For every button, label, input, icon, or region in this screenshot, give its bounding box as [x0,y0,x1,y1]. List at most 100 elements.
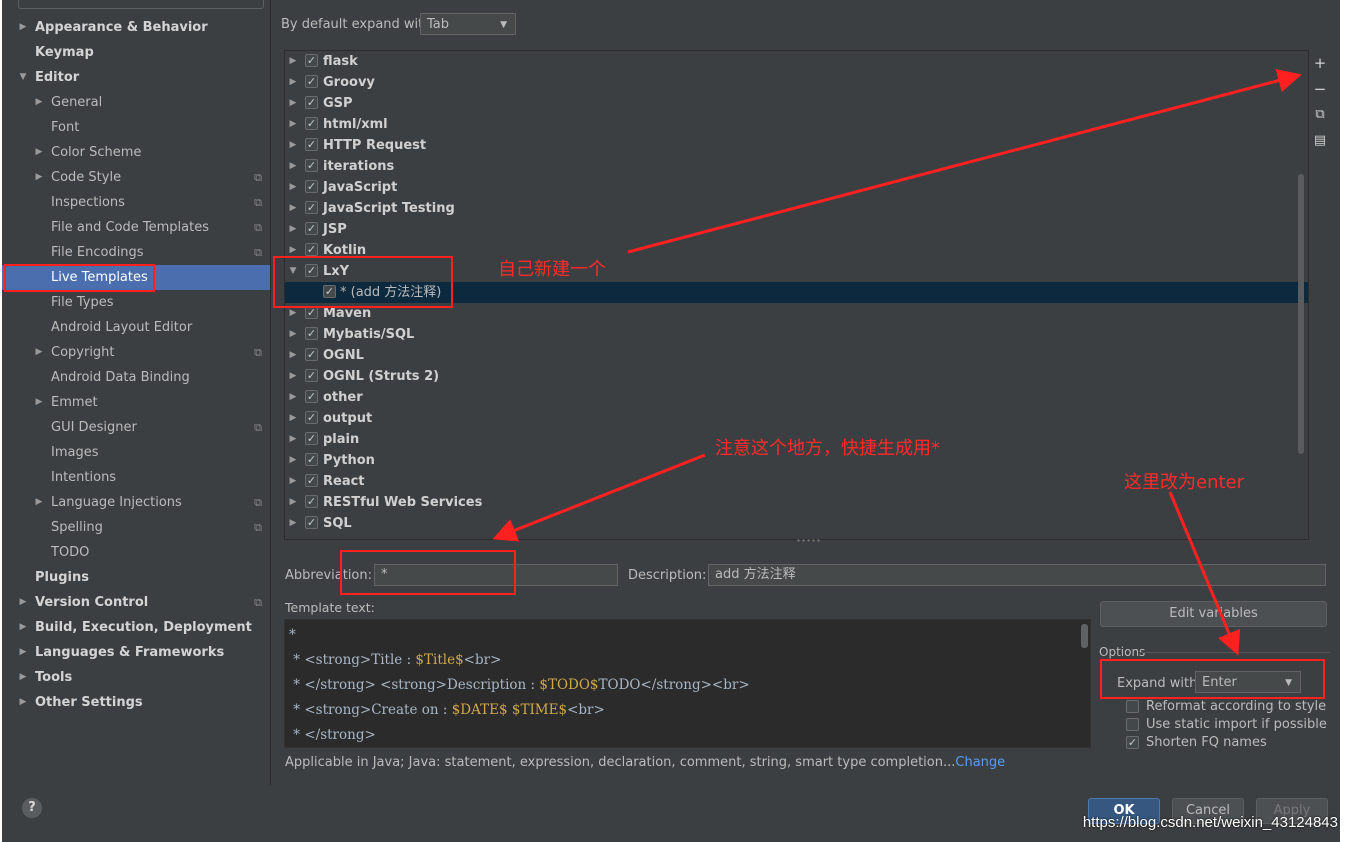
chevron-right-icon[interactable]: ▶ [34,140,44,165]
tree-scrollbar[interactable] [1298,174,1304,454]
chevron-right-icon[interactable]: ▶ [288,471,298,492]
sidebar-item[interactable]: Inspections ⧉ [2,190,270,215]
change-link[interactable]: Change [955,755,1005,770]
enabled-checkbox[interactable]: ✓ [305,453,318,466]
enabled-checkbox[interactable]: ✓ [305,348,318,361]
description-input[interactable]: add 方法注释 [708,564,1326,586]
chevron-right-icon[interactable]: ▶ [288,51,298,72]
chevron-right-icon[interactable]: ▶ [18,640,28,665]
static-import-checkbox[interactable] [1126,718,1139,731]
template-group-row[interactable]: ▶ ✓ GSP [285,93,1308,114]
enabled-checkbox[interactable]: ✓ [305,222,318,235]
sidebar-item[interactable]: ▶ Build, Execution, Deployment [2,615,270,640]
enabled-checkbox[interactable]: ✓ [305,96,318,109]
sidebar-item[interactable]: ▶ Copyright ⧉ [2,340,270,365]
default-expand-select[interactable]: Tab ▼ [420,13,516,35]
sidebar-item[interactable]: ▶ General [2,90,270,115]
enabled-checkbox[interactable]: ✓ [305,54,318,67]
enabled-checkbox[interactable]: ✓ [305,432,318,445]
chevron-right-icon[interactable]: ▶ [288,492,298,513]
enabled-checkbox[interactable]: ✓ [305,243,318,256]
sidebar-item[interactable]: Images [2,440,270,465]
chevron-right-icon[interactable]: ▶ [288,114,298,135]
chevron-right-icon[interactable]: ▶ [288,177,298,198]
sidebar-item[interactable]: Android Data Binding [2,365,270,390]
template-group-row[interactable]: ▶ ✓ OGNL (Struts 2) [285,366,1308,387]
template-group-icon[interactable]: ▤ [1307,130,1333,152]
chevron-right-icon[interactable]: ▶ [34,340,44,365]
remove-icon[interactable]: − [1307,78,1333,100]
sidebar-item[interactable]: ▶ Other Settings [2,690,270,715]
enabled-checkbox[interactable]: ✓ [305,369,318,382]
sidebar-item[interactable]: ▶ Language Injections ⧉ [2,490,270,515]
sidebar-item[interactable]: ▶ Code Style ⧉ [2,165,270,190]
enabled-checkbox[interactable]: ✓ [305,411,318,424]
chevron-right-icon[interactable]: ▶ [18,690,28,715]
shorten-fq-checkbox[interactable]: ✓ [1126,736,1139,749]
enabled-checkbox[interactable]: ✓ [305,390,318,403]
template-group-row[interactable]: ▶ ✓ JSP [285,219,1308,240]
chevron-right-icon[interactable]: ▶ [18,15,28,40]
sidebar-item[interactable]: ▶ Tools [2,665,270,690]
chevron-right-icon[interactable]: ▶ [288,450,298,471]
chevron-right-icon[interactable]: ▶ [288,93,298,114]
chevron-right-icon[interactable]: ▶ [288,324,298,345]
template-group-row[interactable]: ▶ ✓ flask [285,51,1308,72]
sidebar-item[interactable]: ▶ Appearance & Behavior [2,15,270,40]
enabled-checkbox[interactable]: ✓ [305,474,318,487]
splitter-handle[interactable]: ∙∙∙∙∙ [796,537,821,545]
sidebar-item[interactable]: ▶ Languages & Frameworks [2,640,270,665]
sidebar-item[interactable]: Plugins [2,565,270,590]
sidebar-item[interactable]: GUI Designer ⧉ [2,415,270,440]
help-icon[interactable]: ? [22,798,42,818]
enabled-checkbox[interactable]: ✓ [305,117,318,130]
editor-scrollbar[interactable] [1081,624,1088,648]
enabled-checkbox[interactable]: ✓ [305,138,318,151]
sidebar-item[interactable]: ▼ Editor [2,65,270,90]
sidebar-item[interactable]: Font [2,115,270,140]
template-group-row[interactable]: ▶ ✓ JavaScript [285,177,1308,198]
chevron-right-icon[interactable]: ▶ [288,429,298,450]
chevron-right-icon[interactable]: ▶ [34,490,44,515]
template-group-row[interactable]: ▶ ✓ JavaScript Testing [285,198,1308,219]
template-group-row[interactable]: ▶ ✓ HTTP Request [285,135,1308,156]
chevron-right-icon[interactable]: ▶ [34,90,44,115]
chevron-right-icon[interactable]: ▶ [34,390,44,415]
chevron-right-icon[interactable]: ▶ [18,665,28,690]
enabled-checkbox[interactable]: ✓ [305,516,318,529]
enabled-checkbox[interactable]: ✓ [305,180,318,193]
chevron-right-icon[interactable]: ▶ [288,135,298,156]
template-group-row[interactable]: ▶ ✓ Mybatis/SQL [285,324,1308,345]
sidebar-item[interactable]: Android Layout Editor [2,315,270,340]
enabled-checkbox[interactable]: ✓ [305,159,318,172]
chevron-right-icon[interactable]: ▶ [288,408,298,429]
template-group-row[interactable]: ▶ ✓ SQL [285,513,1308,534]
sidebar-search-field[interactable] [18,0,264,9]
sidebar-item[interactable]: Spelling ⧉ [2,515,270,540]
template-group-row[interactable]: ▶ ✓ html/xml [285,114,1308,135]
template-text-editor[interactable]: * * <strong>Title : $Title$<br> * </stro… [284,619,1091,748]
template-group-row[interactable]: ▶ ✓ other [285,387,1308,408]
chevron-right-icon[interactable]: ▶ [288,219,298,240]
chevron-down-icon[interactable]: ▼ [18,65,28,90]
chevron-right-icon[interactable]: ▶ [34,165,44,190]
enabled-checkbox[interactable]: ✓ [305,327,318,340]
copy-icon[interactable]: ⧉ [1307,104,1333,126]
sidebar-item[interactable]: File Encodings ⧉ [2,240,270,265]
chevron-right-icon[interactable]: ▶ [288,198,298,219]
chevron-right-icon[interactable]: ▶ [18,590,28,615]
template-group-row[interactable]: ▶ ✓ iterations [285,156,1308,177]
chevron-right-icon[interactable]: ▶ [18,615,28,640]
sidebar-item[interactable]: File Types [2,290,270,315]
template-group-row[interactable]: ▶ ✓ OGNL [285,345,1308,366]
enabled-checkbox[interactable]: ✓ [305,495,318,508]
template-group-row[interactable]: ▶ ✓ Groovy [285,72,1308,93]
chevron-right-icon[interactable]: ▶ [288,345,298,366]
chevron-right-icon[interactable]: ▶ [288,72,298,93]
add-icon[interactable]: + [1307,52,1333,74]
chevron-right-icon[interactable]: ▶ [288,156,298,177]
sidebar-item[interactable]: ▶ Color Scheme [2,140,270,165]
sidebar-item[interactable]: TODO [2,540,270,565]
chevron-right-icon[interactable]: ▶ [288,513,298,534]
chevron-right-icon[interactable]: ▶ [288,387,298,408]
